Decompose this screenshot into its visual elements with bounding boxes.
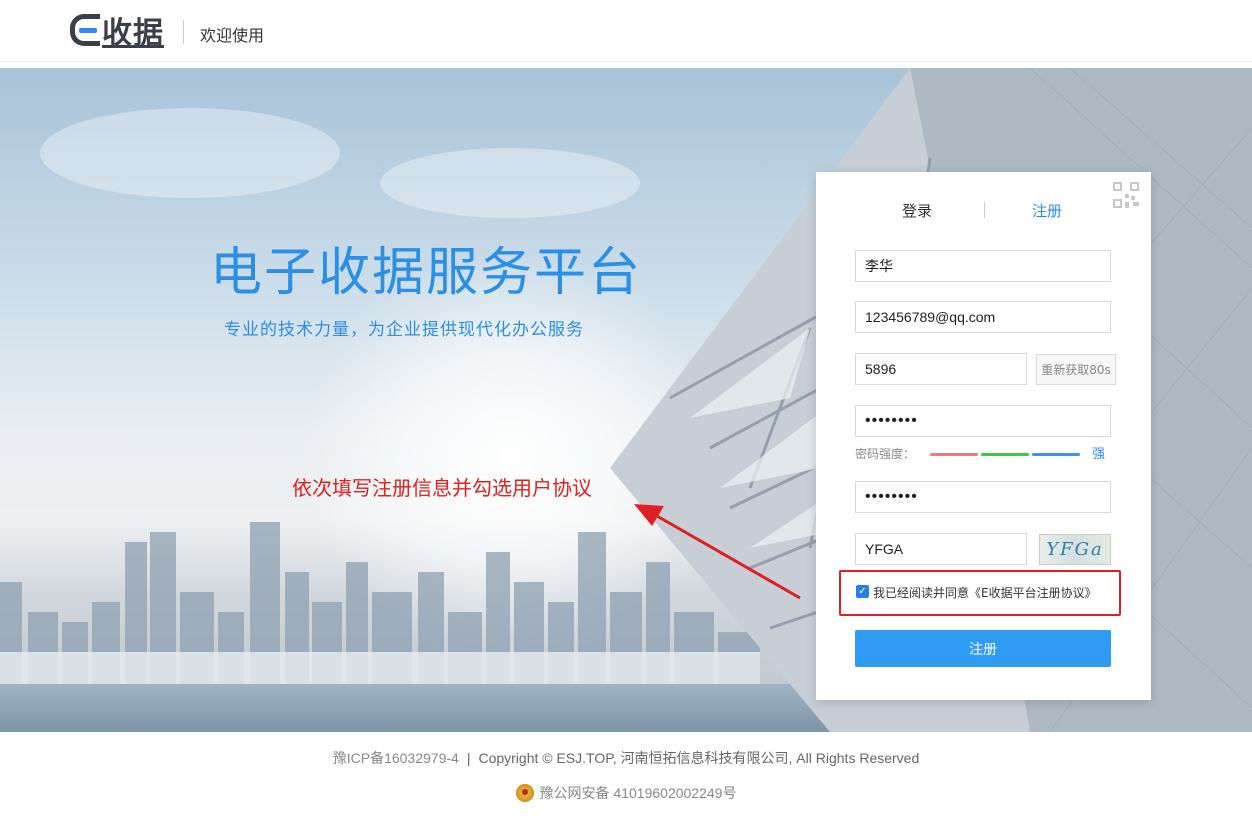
hero-title: 电子收据服务平台: [210, 243, 643, 303]
strength-value: 强: [1092, 447, 1106, 462]
confirm-password-input[interactable]: ••••••••: [855, 481, 1111, 513]
tab-register[interactable]: 注册: [1032, 200, 1062, 221]
police-record-link[interactable]: 豫公网安备 41019602002249号: [540, 783, 737, 803]
password-strength-meter: 密码强度： 强: [855, 444, 1115, 462]
footer-police-line: 豫公网安备 41019602002249号: [0, 782, 1252, 804]
tab-divider: [984, 202, 985, 218]
register-panel: 登录 注册 李华 123456789@qq.com 5896 重新获取80s •…: [816, 172, 1151, 700]
captcha-input[interactable]: YFGA: [855, 533, 1027, 565]
agreement-link[interactable]: 《E收据平台注册协议》: [969, 586, 1097, 600]
copyright-text: Copyright © ESJ.TOP, 河南恒拓信息科技有限公司, All R…: [478, 750, 920, 766]
tab-login[interactable]: 登录: [902, 200, 932, 221]
strength-bar-medium: [981, 453, 1029, 456]
name-input[interactable]: 李华: [855, 250, 1111, 282]
annotation-arrow-icon: [634, 504, 801, 600]
captcha-image[interactable]: YFGa: [1039, 534, 1111, 565]
logo-text: 收据: [102, 16, 164, 51]
footer-copyright-line: 豫ICP备16032979-4 | Copyright © ESJ.TOP, 河南恒…: [0, 748, 1252, 768]
strength-label: 密码强度：: [855, 447, 916, 461]
top-header: 收据 欢迎使用: [0, 0, 1252, 62]
footer-separator: |: [466, 750, 471, 766]
cloud-decoration: [380, 148, 640, 218]
strength-bar-strong: [1032, 453, 1080, 456]
register-submit-button[interactable]: 注册: [855, 630, 1111, 667]
auth-tabs: 登录 注册: [816, 200, 1151, 222]
agree-prefix: 我已经阅读并同意: [873, 586, 970, 600]
header-divider: [183, 20, 184, 44]
strength-bar-weak: [930, 453, 978, 456]
police-badge-icon: [515, 784, 534, 802]
logo-e-mark: [70, 14, 100, 46]
sms-code-input[interactable]: 5896: [855, 353, 1027, 385]
email-input[interactable]: 123456789@qq.com: [855, 301, 1111, 333]
hero-subtitle: 专业的技术力量，为企业提供现代化办公服务: [224, 320, 584, 340]
password-input[interactable]: ••••••••: [855, 405, 1111, 437]
logo[interactable]: 收据: [70, 12, 164, 51]
agree-text: 我已经阅读并同意《E收据平台注册协议》: [873, 584, 1097, 601]
welcome-text: 欢迎使用: [200, 26, 265, 45]
cloud-decoration: [40, 108, 340, 198]
agree-checkbox[interactable]: ✓: [856, 585, 869, 598]
instruction-annotation: 依次填写注册信息并勾选用户协议: [292, 476, 592, 500]
resend-code-button[interactable]: 重新获取80s: [1036, 354, 1116, 385]
icp-link[interactable]: 豫ICP备16032979-4: [333, 750, 459, 766]
